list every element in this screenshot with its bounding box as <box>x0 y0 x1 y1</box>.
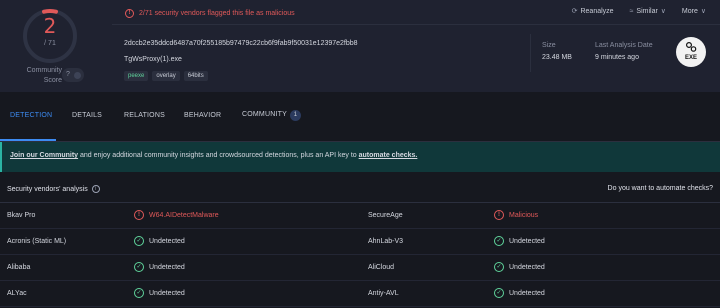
exe-file-type-icon: EXE <box>676 37 706 67</box>
vendor-row: Bkav Pro! W64.AIDetectMalware SecureAge! Ma… <box>0 203 720 229</box>
vendor-name: AhnLab-V3 <box>368 238 404 245</box>
check-icon: ✓ <box>134 236 144 246</box>
automate-checks-prompt[interactable]: Do you want to automate checks? <box>608 185 713 192</box>
detection-score: 2 <box>43 14 57 38</box>
vendor-result-text: Undetected <box>509 289 545 297</box>
chevron-down-icon: ∨ <box>660 8 666 15</box>
tag-peexe[interactable]: peexe <box>124 71 149 81</box>
reanalyze-label: Reanalyze <box>580 7 614 15</box>
vendor-result-text: Undetected <box>509 237 545 245</box>
vendor-result-text: W64.AIDetectMalware <box>149 211 219 219</box>
community-score-badge[interactable]: ? <box>62 68 84 82</box>
vendor-row: Acronis (Static ML) ✓ Undetected AhnLab-V3 ✓… <box>0 229 720 255</box>
file-type-label: EXE <box>684 55 697 61</box>
summary-divider <box>112 24 720 25</box>
file-size: Size 23.48 MB <box>542 42 572 61</box>
vendor-result: ✓ Undetected <box>494 236 545 246</box>
gears-icon <box>685 41 697 52</box>
detection-score-box: 2 / 71 Community Score ? <box>0 0 103 92</box>
file-tags: peexe overlay 64bits <box>124 71 208 81</box>
vendor-name: Bkav Pro <box>7 212 36 219</box>
vendor-row: Alibaba ✓ Undetected AliCloud ✓ Undetected <box>0 255 720 281</box>
reanalyze-icon: ⟳ <box>571 8 578 15</box>
vendors-title: Security vendors' analysis i <box>7 185 100 193</box>
tag-overlay[interactable]: overlay <box>152 71 180 81</box>
vendor-name: ALYac <box>7 290 27 297</box>
vendor-name: AliCloud <box>368 264 395 271</box>
similar-icon: ≈ <box>629 7 634 15</box>
vendor-result: ! Malicious <box>494 210 538 220</box>
alert-icon: ! <box>125 8 134 18</box>
size-label: Size <box>542 42 556 49</box>
vendor-result-text: Malicious <box>509 211 539 219</box>
tab-relations[interactable]: RELATIONS <box>124 112 165 119</box>
banner-text: Join our Community and enjoy additional … <box>10 152 417 159</box>
detection-score-total: / 71 <box>44 40 56 47</box>
tab-detection[interactable]: DETECTION <box>10 112 52 119</box>
vendors-title-text: Security vendors' analysis <box>7 185 88 193</box>
check-icon: ✓ <box>494 236 504 246</box>
last-analysis: Last Analysis Date 9 minutes ago <box>595 42 653 61</box>
last-analysis-label: Last Analysis Date <box>595 42 653 49</box>
file-name: TgWsProxy(1).exe <box>124 56 182 63</box>
info-icon[interactable]: i <box>91 185 100 193</box>
vendor-name: Acronis (Static ML) <box>7 238 67 245</box>
report-tabs: DETECTION DETAILS RELATIONS BEHAVIOR COM… <box>0 92 720 142</box>
banner-body: and enjoy additional community insights … <box>78 152 359 159</box>
community-score-label: Community Score <box>26 67 62 84</box>
similar-button[interactable]: ≈ Similar ∨ <box>629 7 666 16</box>
size-value: 23.48 MB <box>542 54 572 61</box>
vendor-name: Alibaba <box>7 264 31 271</box>
vendor-name: Antiy-AVL <box>368 290 399 297</box>
community-score-dot <box>74 72 81 79</box>
more-button[interactable]: More ∨ <box>681 7 706 16</box>
check-icon: ✓ <box>494 262 504 272</box>
tab-details[interactable]: DETAILS <box>72 112 102 119</box>
malicious-icon: ! <box>134 210 144 220</box>
alert-text: 2/71 security vendors flagged this file … <box>139 9 295 17</box>
vendor-name: SecureAge <box>368 212 403 219</box>
similar-label: Similar <box>636 7 658 15</box>
malicious-alert: ! 2/71 security vendors flagged this fil… <box>125 8 295 18</box>
community-banner: Join our Community and enjoy additional … <box>0 142 720 172</box>
vendors-header: Security vendors' analysis i Do you want… <box>0 180 720 200</box>
vendor-result-text: Undetected <box>149 263 185 271</box>
meta-divider <box>530 34 531 72</box>
tab-community[interactable]: COMMUNITY 1 <box>242 110 301 121</box>
vendor-result: ✓ Undetected <box>134 236 185 246</box>
join-community-link[interactable]: Join our Community <box>10 152 78 159</box>
vendor-result: ✓ Undetected <box>494 262 545 272</box>
more-label: More <box>681 7 698 15</box>
vendor-result-text: Undetected <box>149 289 185 297</box>
tab-behavior[interactable]: BEHAVIOR <box>184 112 221 119</box>
vendor-result: ! W64.AIDetectMalware <box>134 210 219 220</box>
community-score-value: ? <box>66 71 70 78</box>
file-hash[interactable]: 2dccb2e35ddcd6487a70f255185b97479c22cb6f… <box>124 40 358 47</box>
chevron-down-icon: ∨ <box>700 8 706 15</box>
tag-64bits[interactable]: 64bits <box>183 71 208 81</box>
check-icon: ✓ <box>494 288 504 298</box>
last-analysis-value: 9 minutes ago <box>595 54 639 61</box>
vendor-result: ✓ Undetected <box>134 262 185 272</box>
vendor-result: ✓ Undetected <box>134 288 185 298</box>
reanalyze-button[interactable]: ⟳ Reanalyze <box>571 7 614 16</box>
detection-score-ring: 2 / 71 <box>20 6 80 66</box>
tab-community-label: COMMUNITY <box>242 111 287 118</box>
malicious-icon: ! <box>494 210 504 220</box>
vendor-row: ALYac ✓ Undetected Antiy-AVL ✓ Undetected <box>0 281 720 307</box>
check-icon: ✓ <box>134 262 144 272</box>
check-icon: ✓ <box>134 288 144 298</box>
automate-checks-link[interactable]: automate checks. <box>359 152 418 159</box>
vendor-result: ✓ Undetected <box>494 288 545 298</box>
vendor-result-text: Undetected <box>509 263 545 271</box>
file-summary-panel: 2 / 71 Community Score ? ! 2/71 security… <box>0 0 720 92</box>
community-count-badge: 1 <box>289 110 301 121</box>
vendor-result-text: Undetected <box>149 237 185 245</box>
top-actions: ⟳ Reanalyze ≈ Similar ∨ More ∨ <box>571 7 706 16</box>
